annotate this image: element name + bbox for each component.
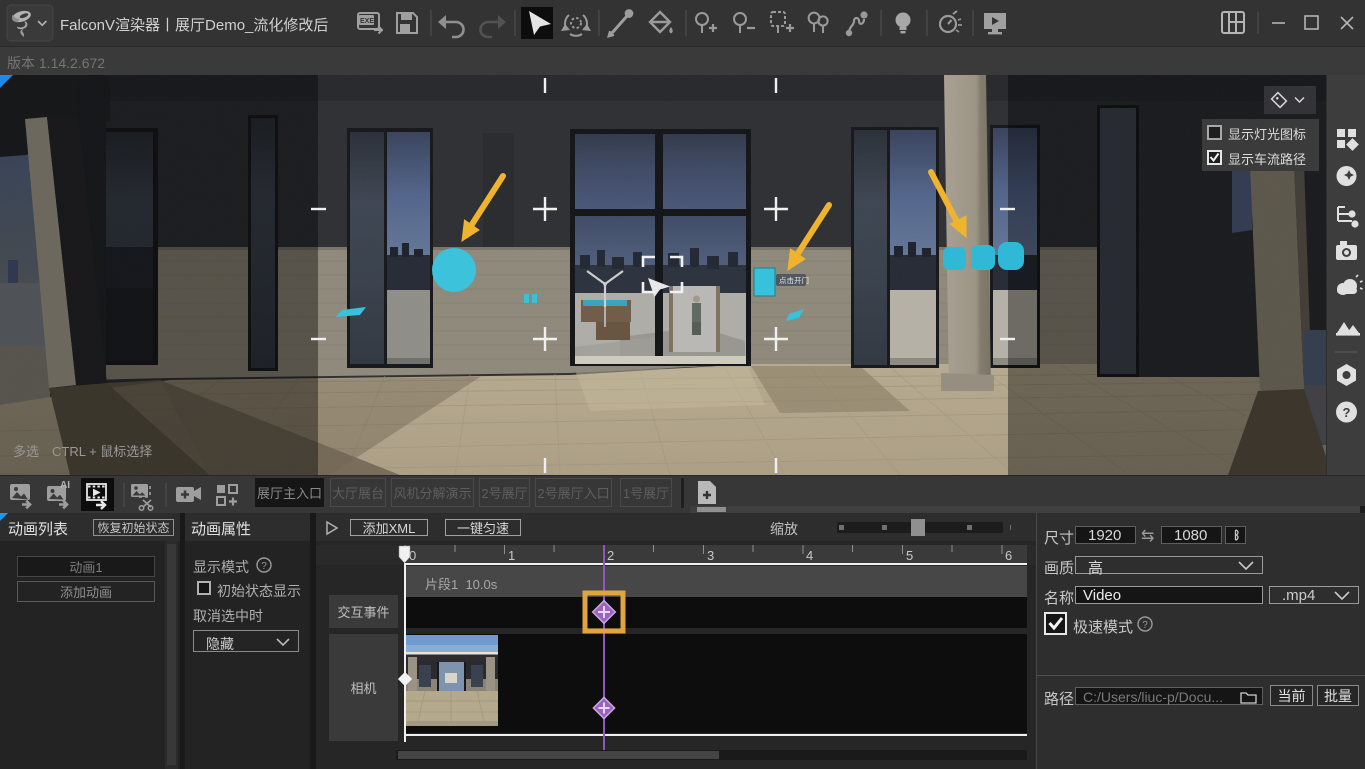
svg-text:AI: AI xyxy=(60,480,70,491)
svg-text:1: 1 xyxy=(508,548,515,563)
svg-text:4: 4 xyxy=(806,548,813,563)
svg-text:5: 5 xyxy=(906,548,913,563)
svg-text:点击开门: 点击开门 xyxy=(779,275,809,285)
svg-text:3: 3 xyxy=(707,548,714,563)
svg-text:?: ? xyxy=(1343,405,1351,420)
svg-text:2: 2 xyxy=(607,548,614,563)
svg-text:6: 6 xyxy=(1005,548,1012,563)
svg-text:?: ? xyxy=(1142,620,1148,631)
svg-text:?: ? xyxy=(261,561,267,572)
svg-text:多选 CTRL + 鼠标选择: 多选 CTRL + 鼠标选择 xyxy=(13,444,152,459)
svg-text:EXE: EXE xyxy=(360,18,374,25)
